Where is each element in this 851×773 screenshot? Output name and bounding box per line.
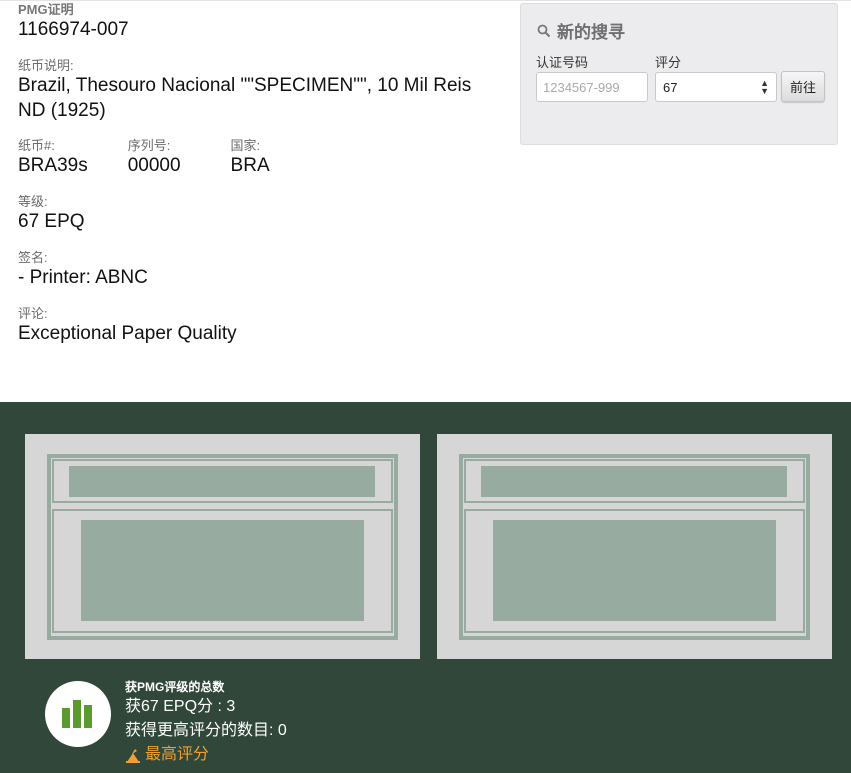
grade-value: 67 EPQ [18,211,85,232]
signature-label: 签名: [18,250,48,265]
population-heading: 获PMG评级的总数 [125,680,225,694]
country-field: 国家: BRA [231,138,270,178]
grade-label: 等级: [18,194,48,209]
search-title-text: 新的搜寻 [557,23,625,42]
note-back-image[interactable] [437,434,832,659]
comment-value: Exceptional Paper Quality [18,323,237,344]
description-label: 纸币说明: [18,58,74,73]
note-placeholder-front-graphic [47,454,398,640]
serial-value: 00000 [127,155,181,176]
grade-select[interactable]: 67 ▲ ▼ [655,72,777,102]
top-grade-icon [126,749,140,763]
note-number-value: BRA39s [18,155,88,176]
cert-number-input[interactable] [536,72,648,102]
note-ids-row: 纸币#: BRA39s 序列号: 00000 国家: BRA [18,138,508,178]
note-number-field: 纸币#: BRA39s [18,138,88,178]
top-grade-text: 最高评分 [145,746,210,763]
note-front-image[interactable] [25,434,420,659]
description-line-2: ND (1925) [18,100,106,121]
comment-label: 评论: [18,306,48,321]
country-value: BRA [230,155,270,176]
note-placeholder-back-graphic [459,454,810,640]
top-grade-link[interactable]: 最高评分 [125,743,287,767]
serial-field: 序列号: 00000 [128,138,181,178]
top-divider [0,0,851,1]
country-label: 国家: [230,138,261,153]
new-search-panel: 新的搜寻 认证号码 评分 67 ▲▼ 前往 [520,3,838,145]
population-at-grade: 获67 EPQ分 : 3 [125,698,236,715]
search-icon [537,24,551,37]
serial-label: 序列号: [127,138,171,153]
population-higher: 获得更高评分的数目: 0 [125,722,287,739]
search-title: 新的搜寻 [537,18,625,43]
population-stats: 获PMG评级的总数 获67 EPQ分 : 3 获得更高评分的数目: 0 最高评分 [125,679,287,767]
population-chart-badge [45,681,111,747]
signature-value: - Printer: ABNC [18,267,148,288]
note-number-label: 纸币#: [18,138,55,153]
select-arrows-icon: ▲ ▼ [760,78,769,96]
go-button[interactable]: 前往 [781,71,825,102]
description-line-1: Brazil, Thesouro Nacional ""SPECIMEN"", … [18,75,472,96]
grade-select-label: 评分 [655,55,682,70]
cert-number-label: 认证号码 [536,55,589,70]
bar-chart-icon [62,700,92,728]
note-details: PMG证明 1166974-007 纸币说明: Brazil, Thesouro… [18,2,508,346]
grade-select-value: 67 [663,79,678,95]
cert-value: 1166974-007 [18,19,129,40]
cert-label: PMG证明 [18,2,74,17]
